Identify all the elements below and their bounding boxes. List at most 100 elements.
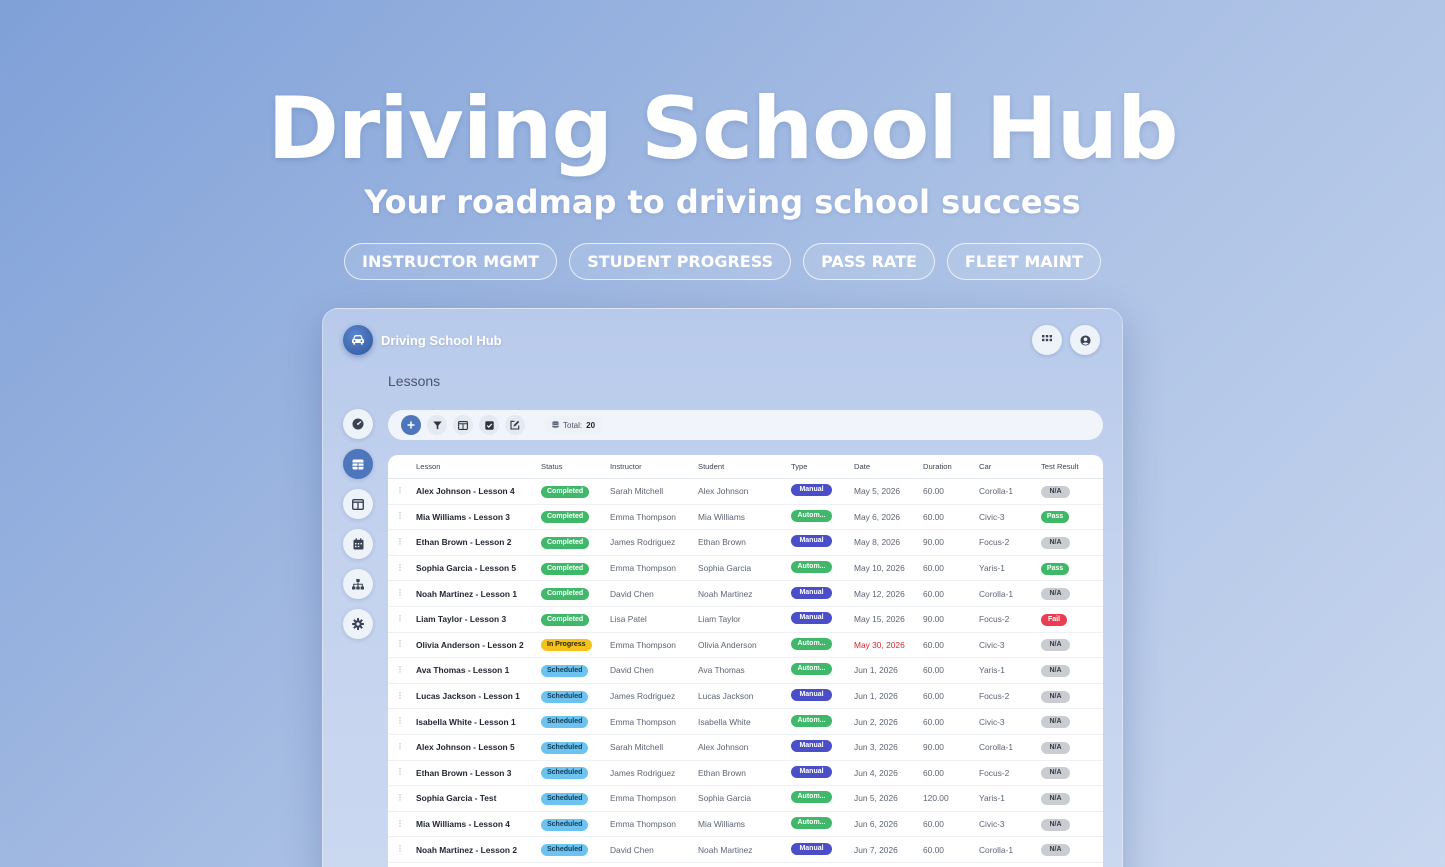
cell-lesson[interactable]: Sophia Garcia - Test xyxy=(416,793,541,803)
cell-lesson[interactable]: Isabella White - Lesson 1 xyxy=(416,717,541,727)
drag-handle-icon[interactable]: ⠇ xyxy=(388,819,416,830)
table-row[interactable]: ⠇ Olivia Anderson - Lesson 2 In Progress Em… xyxy=(388,633,1103,659)
cell-status: Scheduled xyxy=(541,766,610,780)
cell-lesson[interactable]: Noah Martinez - Lesson 1 xyxy=(416,589,541,599)
column-header-type[interactable]: Type xyxy=(791,462,854,471)
type-badge: Manual xyxy=(791,586,832,599)
drag-handle-icon[interactable]: ⠇ xyxy=(388,665,416,676)
type-badge: Manual xyxy=(791,484,832,497)
cell-lesson[interactable]: Mia Williams - Lesson 4 xyxy=(416,819,541,829)
drag-handle-icon[interactable]: ⠇ xyxy=(388,588,416,599)
table-row[interactable]: ⠇ Alex Johnson - Lesson 4 Completed Sarah M… xyxy=(388,479,1103,505)
table-row[interactable]: ⠇ Ethan Brown - Lesson 2 Completed James Ro… xyxy=(388,530,1103,556)
column-header-status[interactable]: Status xyxy=(541,462,610,471)
cell-test-result: N/A xyxy=(1041,690,1101,703)
cell-type: Manual xyxy=(791,842,854,857)
drag-handle-icon[interactable]: ⠇ xyxy=(388,793,416,804)
cell-lesson[interactable]: Ethan Brown - Lesson 2 xyxy=(416,537,541,547)
table-row[interactable]: ⠇ Isabella White - Lesson 1 Scheduled Emma … xyxy=(388,709,1103,735)
drag-handle-icon[interactable]: ⠇ xyxy=(388,563,416,574)
cell-car: Focus-2 xyxy=(979,537,1010,548)
table-row[interactable]: ⠇ Liam Taylor - Lesson 3 Completed Lisa Pat… xyxy=(388,607,1103,633)
car-icon[interactable] xyxy=(343,325,373,355)
select-button[interactable] xyxy=(479,415,499,435)
table-row[interactable]: ⠇ Noah Martinez - Lesson 1 Completed David … xyxy=(388,581,1103,607)
cell-instructor: Emma Thompson xyxy=(610,819,676,830)
cell-status: Completed xyxy=(541,536,610,549)
drag-handle-icon[interactable]: ⠇ xyxy=(388,767,416,778)
column-header-instructor[interactable]: Instructor xyxy=(610,462,698,471)
table-row[interactable]: ⠇ Noah Martinez - Lesson 2 Scheduled David … xyxy=(388,837,1103,863)
drag-handle-icon[interactable]: ⠇ xyxy=(388,614,416,625)
type-badge: Autom... xyxy=(791,817,832,830)
edit-button[interactable] xyxy=(505,415,525,435)
drag-handle-icon[interactable]: ⠇ xyxy=(388,639,416,650)
cell-lesson[interactable]: Mia Williams - Lesson 3 xyxy=(416,512,541,522)
side-nav xyxy=(343,409,373,639)
top-actions xyxy=(1032,325,1100,355)
cell-duration: 60.00 xyxy=(923,767,944,778)
table-row[interactable]: ⠇ Ethan Brown - Lesson 3 Scheduled James Ro… xyxy=(388,761,1103,787)
table-row[interactable]: ⠇ Lucas Jackson - Lesson 1 Scheduled James … xyxy=(388,684,1103,710)
grid-icon[interactable] xyxy=(1032,325,1062,355)
cell-test-result: N/A xyxy=(1041,587,1101,601)
test-result-badge: N/A xyxy=(1041,639,1070,652)
gear-icon[interactable] xyxy=(343,609,373,639)
columns-icon[interactable] xyxy=(343,489,373,519)
column-header-test-result[interactable]: Test Result xyxy=(1041,462,1101,471)
cell-lesson[interactable]: Alex Johnson - Lesson 4 xyxy=(416,486,541,496)
calendar-icon[interactable] xyxy=(343,529,373,559)
column-header-lesson[interactable]: Lesson xyxy=(416,462,541,471)
status-badge: Completed xyxy=(541,536,590,549)
cell-student: Sophia Garcia xyxy=(698,793,752,804)
cell-type: Autom... xyxy=(791,817,854,831)
drag-handle-icon[interactable]: ⠇ xyxy=(388,742,416,753)
cell-lesson[interactable]: Olivia Anderson - Lesson 2 xyxy=(416,640,541,650)
cell-student: Ethan Brown xyxy=(698,537,746,548)
table-row[interactable]: ⠇ Alex Johnson - Lesson 5 Scheduled Sarah M… xyxy=(388,735,1103,761)
cell-car: Civic-3 xyxy=(979,511,1005,522)
cell-lesson[interactable]: Noah Martinez - Lesson 2 xyxy=(416,845,541,855)
column-header-date[interactable]: Date xyxy=(854,462,923,471)
cell-lesson[interactable]: Liam Taylor - Lesson 3 xyxy=(416,614,541,624)
cell-lesson[interactable]: Ethan Brown - Lesson 3 xyxy=(416,768,541,778)
drag-handle-icon[interactable]: ⠇ xyxy=(388,486,416,497)
table-row[interactable]: ⠇ Sophia Garcia - Test Scheduled Emma Thomp… xyxy=(388,786,1103,812)
pill-instructor-mgmt: INSTRUCTOR MGMT xyxy=(344,243,558,280)
columns-button[interactable] xyxy=(453,415,473,435)
table-icon[interactable] xyxy=(343,449,373,479)
table-row[interactable]: ⠇ Mia Williams - Lesson 3 Completed Emma Th… xyxy=(388,505,1103,531)
drag-handle-icon[interactable]: ⠇ xyxy=(388,691,416,702)
column-header-duration[interactable]: Duration xyxy=(923,462,979,471)
cell-date: Jun 4, 2026 xyxy=(854,767,898,778)
cell-test-result: N/A xyxy=(1041,715,1101,729)
add-record-button[interactable] xyxy=(401,415,421,435)
cell-lesson[interactable]: Ava Thomas - Lesson 1 xyxy=(416,665,541,675)
table-row[interactable]: ⠇ Ava Thomas - Lesson 1 Scheduled David Che… xyxy=(388,658,1103,684)
cell-type: Manual xyxy=(791,689,854,703)
cell-car: Civic-3 xyxy=(979,639,1005,650)
column-header-student[interactable]: Student xyxy=(698,462,791,471)
column-header-car[interactable]: Car xyxy=(979,462,1041,471)
cell-lesson[interactable]: Sophia Garcia - Lesson 5 xyxy=(416,563,541,573)
table-row[interactable]: ⠇ Mia Williams - Lesson 4 Scheduled Emma Th… xyxy=(388,812,1103,838)
cell-status: In Progress xyxy=(541,638,610,652)
type-badge: Autom... xyxy=(791,561,832,574)
drag-handle-icon[interactable]: ⠇ xyxy=(388,511,416,522)
drag-handle-icon[interactable]: ⠇ xyxy=(388,844,416,855)
cell-lesson[interactable]: Lucas Jackson - Lesson 1 xyxy=(416,691,541,701)
drag-handle-icon[interactable]: ⠇ xyxy=(388,716,416,727)
drag-handle-icon[interactable]: ⠇ xyxy=(388,537,416,548)
filter-button[interactable] xyxy=(427,415,447,435)
table-row[interactable]: ⠇ Sophia Garcia - Lesson 5 Completed Emma T… xyxy=(388,556,1103,582)
cell-status: Completed xyxy=(541,485,610,498)
cell-status: Completed xyxy=(541,587,610,601)
status-badge: In Progress xyxy=(541,639,592,652)
cell-duration: 60.00 xyxy=(923,511,944,522)
cell-date: Jun 5, 2026 xyxy=(854,793,898,804)
user-circle-icon[interactable] xyxy=(1070,325,1100,355)
dashboard-icon[interactable] xyxy=(343,409,373,439)
cell-duration: 60.00 xyxy=(923,691,944,702)
sitemap-icon[interactable] xyxy=(343,569,373,599)
cell-lesson[interactable]: Alex Johnson - Lesson 5 xyxy=(416,742,541,752)
